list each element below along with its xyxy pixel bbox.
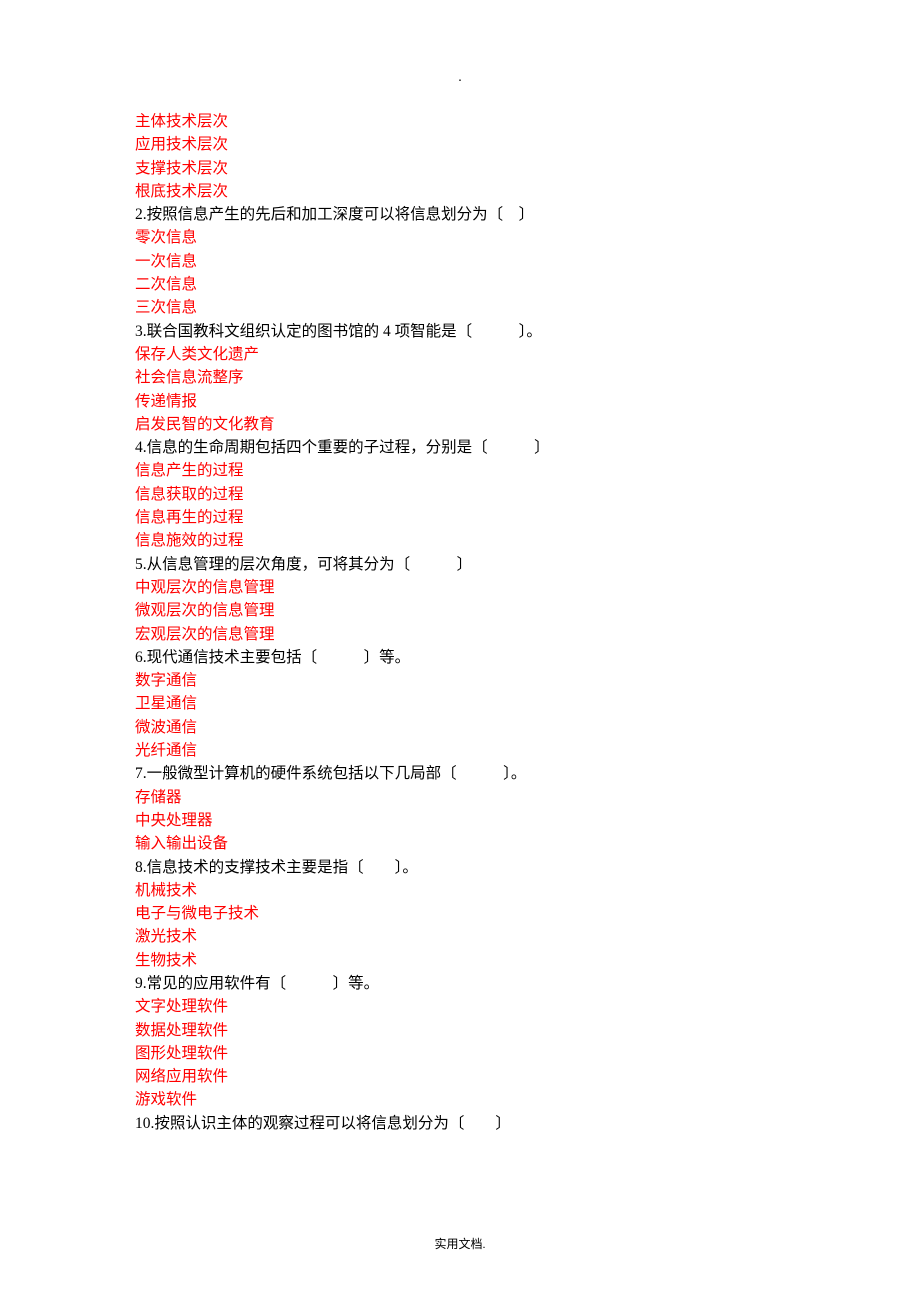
answer-option: 机械技术 xyxy=(135,879,785,902)
question-text: 2.按照信息产生的先后和加工深度可以将信息划分为〔 〕 xyxy=(135,203,785,226)
answer-option: 信息获取的过程 xyxy=(135,483,785,506)
answer-option: 卫星通信 xyxy=(135,692,785,715)
answer-option: 网络应用软件 xyxy=(135,1065,785,1088)
answer-option: 传递情报 xyxy=(135,390,785,413)
answer-option: 一次信息 xyxy=(135,250,785,273)
answer-option: 微波通信 xyxy=(135,716,785,739)
answer-option: 激光技术 xyxy=(135,925,785,948)
answer-option: 生物技术 xyxy=(135,949,785,972)
answer-option: 保存人类文化遗产 xyxy=(135,343,785,366)
document-content: 主体技术层次应用技术层次支撑技术层次根底技术层次2.按照信息产生的先后和加工深度… xyxy=(135,110,785,1135)
answer-option: 根底技术层次 xyxy=(135,180,785,203)
answer-option: 中观层次的信息管理 xyxy=(135,576,785,599)
answer-option: 电子与微电子技术 xyxy=(135,902,785,925)
question-text: 6.现代通信技术主要包括〔 〕等。 xyxy=(135,646,785,669)
question-text: 10.按照认识主体的观察过程可以将信息划分为〔 〕 xyxy=(135,1112,785,1135)
question-text: 4.信息的生命周期包括四个重要的子过程，分别是〔 〕 xyxy=(135,436,785,459)
answer-option: 三次信息 xyxy=(135,296,785,319)
question-text: 3.联合国教科文组织认定的图书馆的 4 项智能是〔 〕。 xyxy=(135,320,785,343)
page-footer: 实用文档. xyxy=(0,1235,920,1252)
answer-option: 数字通信 xyxy=(135,669,785,692)
answer-option: 存储器 xyxy=(135,786,785,809)
answer-option: 数据处理软件 xyxy=(135,1019,785,1042)
answer-option: 微观层次的信息管理 xyxy=(135,599,785,622)
question-text: 7.一般微型计算机的硬件系统包括以下几局部〔 〕。 xyxy=(135,762,785,785)
document-page: . 主体技术层次应用技术层次支撑技术层次根底技术层次2.按照信息产生的先后和加工… xyxy=(0,0,920,1302)
answer-option: 文字处理软件 xyxy=(135,995,785,1018)
answer-option: 宏观层次的信息管理 xyxy=(135,623,785,646)
page-dot-marker: . xyxy=(458,70,462,86)
answer-option: 零次信息 xyxy=(135,226,785,249)
question-text: 5.从信息管理的层次角度，可将其分为〔 〕 xyxy=(135,553,785,576)
answer-option: 支撑技术层次 xyxy=(135,157,785,180)
answer-option: 信息施效的过程 xyxy=(135,529,785,552)
answer-option: 光纤通信 xyxy=(135,739,785,762)
question-text: 8.信息技术的支撑技术主要是指〔 〕。 xyxy=(135,856,785,879)
answer-option: 输入输出设备 xyxy=(135,832,785,855)
answer-option: 主体技术层次 xyxy=(135,110,785,133)
answer-option: 应用技术层次 xyxy=(135,133,785,156)
answer-option: 二次信息 xyxy=(135,273,785,296)
answer-option: 游戏软件 xyxy=(135,1088,785,1111)
answer-option: 中央处理器 xyxy=(135,809,785,832)
answer-option: 启发民智的文化教育 xyxy=(135,413,785,436)
answer-option: 信息再生的过程 xyxy=(135,506,785,529)
answer-option: 信息产生的过程 xyxy=(135,459,785,482)
question-text: 9.常见的应用软件有〔 〕等。 xyxy=(135,972,785,995)
answer-option: 社会信息流整序 xyxy=(135,366,785,389)
answer-option: 图形处理软件 xyxy=(135,1042,785,1065)
